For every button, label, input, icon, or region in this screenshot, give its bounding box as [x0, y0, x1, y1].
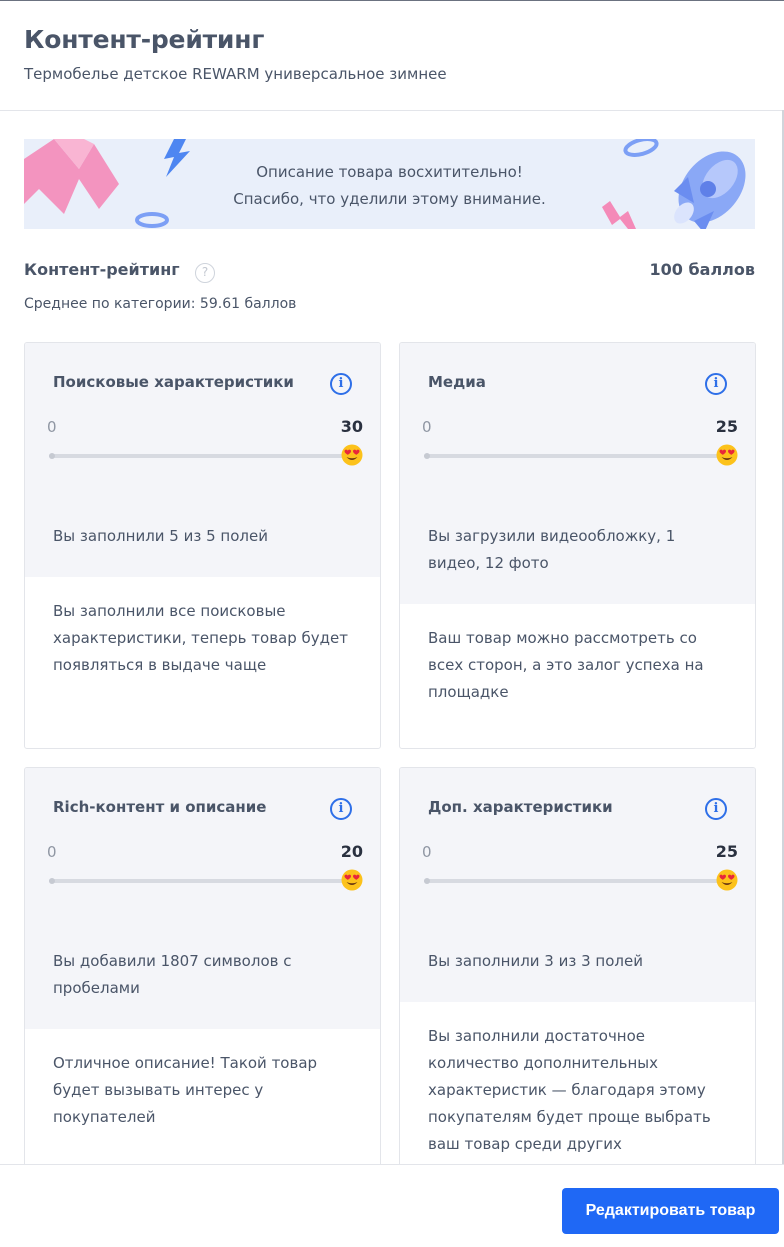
progress-fill: [49, 879, 353, 883]
rating-score: 100 баллов: [649, 260, 756, 279]
progress-fill: [424, 879, 728, 883]
card-title: Поисковые характеристики: [53, 373, 294, 391]
card-search-characteristics: Поисковые характеристики i 0 30 Вы запол…: [24, 342, 381, 749]
info-icon[interactable]: i: [705, 373, 727, 395]
modal-footer: Редактировать товар: [0, 1164, 784, 1247]
card-rich-content: Rich-контент и описание i 0 20 Вы добави…: [24, 767, 381, 1187]
info-icon[interactable]: i: [330, 798, 352, 820]
banner-message: Описание товара восхитительно! Спасибо, …: [24, 159, 755, 213]
edit-product-button[interactable]: Редактировать товар: [562, 1188, 779, 1234]
heart-eyes-emoji-icon: [341, 444, 363, 466]
scale-max: 25: [715, 417, 738, 436]
progress-track: [424, 878, 728, 884]
scale-min: 0: [47, 418, 57, 436]
card-description: Вы заполнили все поисковые характеристик…: [53, 602, 348, 674]
heart-eyes-emoji-icon: [341, 869, 363, 891]
success-banner: Описание товара восхитительно! Спасибо, …: [24, 139, 755, 229]
heart-eyes-emoji-icon: [716, 444, 738, 466]
page-title: Контент-рейтинг: [24, 25, 265, 54]
progress-fill: [49, 454, 353, 458]
scale-min: 0: [422, 418, 432, 436]
card-description: Вы заполнили достаточное количество допо…: [428, 1027, 711, 1153]
progress-fill: [424, 454, 728, 458]
rating-summary: Контент-рейтинг ? 100 баллов: [24, 260, 755, 286]
card-title: Доп. характеристики: [428, 798, 613, 816]
card-fact: Вы заполнили 3 из 3 полей: [428, 952, 643, 970]
progress-track: [49, 878, 353, 884]
progress-start-dot: [49, 878, 55, 884]
info-icon[interactable]: i: [330, 373, 352, 395]
card-media: Медиа i 0 25 Вы загрузили видеообложку, …: [399, 342, 756, 749]
card-fact: Вы загрузили видеообложку, 1 видео, 12 ф…: [428, 527, 676, 572]
scale-max: 30: [340, 417, 363, 436]
card-summary-area: Поисковые характеристики i 0 30 Вы запол…: [25, 343, 380, 577]
info-icon[interactable]: i: [705, 798, 727, 820]
card-summary-area: Доп. характеристики i 0 25 Вы заполнили …: [400, 768, 755, 1002]
card-description: Отличное описание! Такой товар будет выз…: [53, 1054, 318, 1126]
card-summary-area: Медиа i 0 25 Вы загрузили видеообложку, …: [400, 343, 755, 604]
progress-track: [49, 453, 353, 459]
scale-max: 25: [715, 842, 738, 861]
progress-start-dot: [49, 453, 55, 459]
card-fact: Вы заполнили 5 из 5 полей: [53, 527, 268, 545]
rating-title: Контент-рейтинг: [24, 260, 180, 279]
card-extra-characteristics: Доп. характеристики i 0 25 Вы заполнили …: [399, 767, 756, 1187]
question-icon[interactable]: ?: [195, 263, 215, 283]
scale-min: 0: [422, 843, 432, 861]
scale-min: 0: [47, 843, 57, 861]
progress-start-dot: [424, 453, 430, 459]
modal-header: Контент-рейтинг Термобелье детское REWAR…: [0, 1, 784, 111]
card-title: Rich-контент и описание: [53, 798, 267, 816]
card-description: Ваш товар можно рассмотреть со всех стор…: [428, 629, 704, 701]
scale-max: 20: [340, 842, 363, 861]
product-name: Термобелье детское REWARM универсальное …: [24, 65, 447, 83]
category-average: Среднее по категории: 59.61 баллов: [24, 296, 297, 312]
progress-start-dot: [424, 878, 430, 884]
banner-line-1: Описание товара восхитительно!: [256, 163, 523, 181]
card-fact: Вы добавили 1807 символов с пробелами: [53, 952, 292, 997]
banner-line-2: Спасибо, что уделили этому внимание.: [233, 190, 546, 208]
progress-track: [424, 453, 728, 459]
card-summary-area: Rich-контент и описание i 0 20 Вы добави…: [25, 768, 380, 1029]
heart-eyes-emoji-icon: [716, 869, 738, 891]
card-title: Медиа: [428, 373, 486, 391]
